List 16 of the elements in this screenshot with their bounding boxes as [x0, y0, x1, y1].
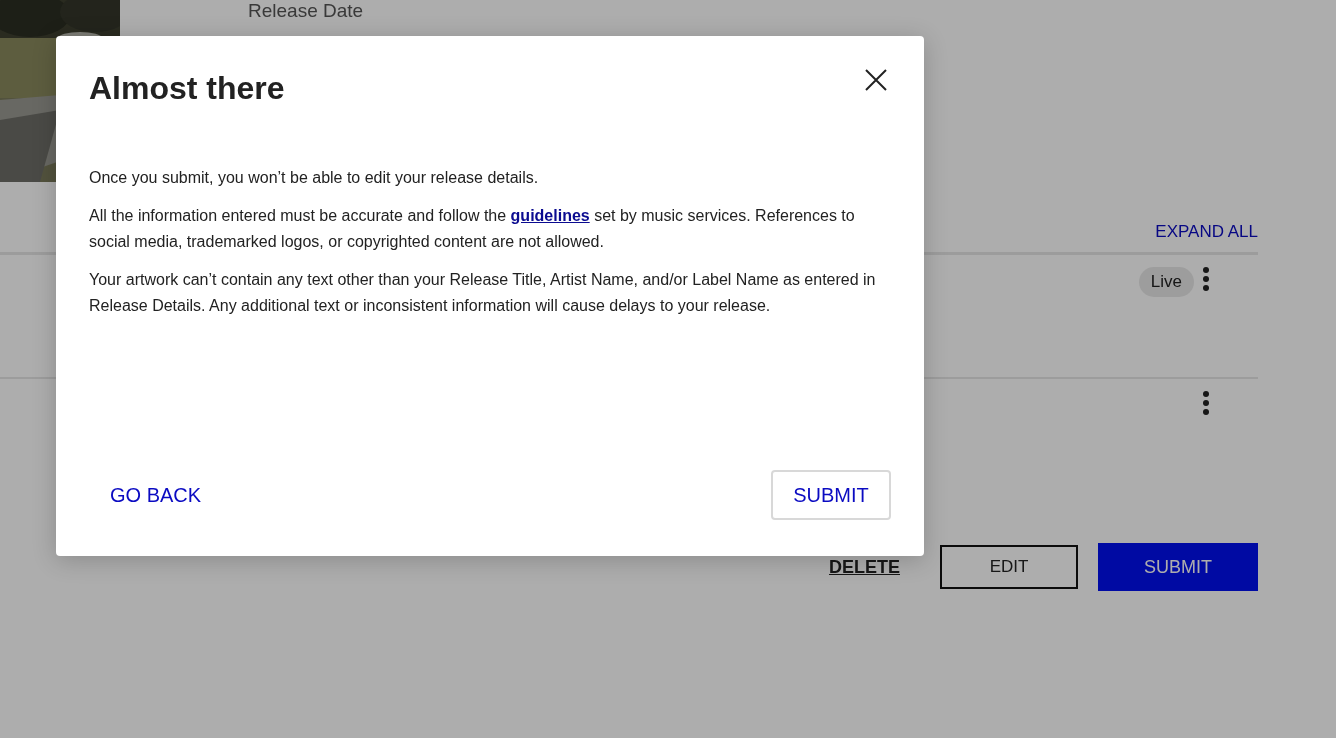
dialog-submit-button[interactable]: SUBMIT — [771, 470, 891, 520]
delete-link[interactable]: DELETE — [829, 556, 900, 578]
dialog-title: Almost there — [89, 70, 285, 107]
go-back-button[interactable]: GO BACK — [89, 473, 223, 517]
dialog-paragraph: Your artwork can’t contain any text other than your Release Title, Artist Name, and/or Label Name as entered in Release Details. Any additional text or inconsistent information will cause delays to your release. — [89, 270, 877, 316]
edit-button[interactable]: EDIT — [940, 545, 1078, 589]
close-icon[interactable] — [864, 68, 888, 92]
release-date-label: Release Date — [248, 0, 364, 22]
dialog-paragraph: All the information entered must be accurate and follow the guidelines set by music services. References to social media, trademarked logos, or copyrighted content are not allowed. — [89, 206, 856, 252]
status-badge: Live — [1138, 267, 1194, 297]
submit-button[interactable]: SUBMIT — [1098, 543, 1258, 591]
guidelines-link[interactable]: guidelines — [510, 207, 590, 224]
expand-all-link[interactable]: EXPAND ALL — [1155, 222, 1258, 242]
dialog-paragraph: Once you submit, you won’t be able to edit your release details. — [89, 168, 540, 188]
more-icon[interactable] — [1202, 391, 1210, 415]
more-icon[interactable] — [1202, 267, 1210, 291]
